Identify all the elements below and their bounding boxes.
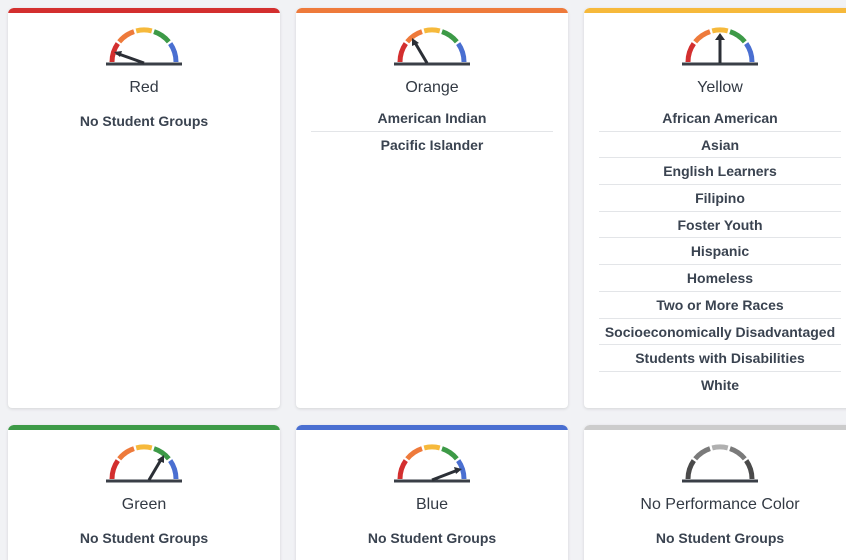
card-red-title: Red [129, 79, 159, 96]
list-item: Foster Youth [599, 212, 841, 239]
list-item: Asian [599, 132, 841, 159]
performance-color-grid: Red No Student Groups Orange American In… [0, 0, 846, 560]
gauge-yellow-icon [680, 26, 760, 66]
list-item: Hispanic [599, 238, 841, 266]
list-item: American Indian [311, 105, 553, 132]
gauge-orange-icon [392, 26, 472, 66]
card-no-performance-color-empty-text: No Student Groups [655, 530, 785, 546]
card-green-empty-text: No Student Groups [79, 530, 209, 546]
gauge-red-icon [104, 26, 184, 66]
card-red: Red No Student Groups [8, 8, 280, 408]
list-item: Socioeconomically Disadvantaged [599, 319, 841, 346]
list-item: Homeless [599, 265, 841, 292]
card-yellow-group-list: African American Asian English Learners … [599, 105, 841, 399]
card-yellow-title: Yellow [697, 79, 743, 96]
list-item: African American [599, 105, 841, 132]
card-green: Green No Student Groups [8, 425, 280, 560]
card-blue-topbar [296, 425, 568, 430]
card-green-title: Green [121, 496, 167, 513]
gauge-none-icon [680, 443, 760, 483]
card-no-performance-color-title: No Performance Color [640, 496, 800, 513]
list-item: White [700, 376, 740, 393]
list-item: Two or More Races [599, 292, 841, 319]
card-orange-title: Orange [405, 79, 459, 96]
list-item: English Learners [599, 158, 841, 186]
list-item: Filipino [599, 185, 841, 212]
card-no-performance-color: No Performance Color No Student Groups [584, 425, 846, 560]
card-green-topbar [8, 425, 280, 430]
card-blue-title: Blue [415, 496, 449, 513]
card-blue: Blue No Student Groups [296, 425, 568, 560]
card-yellow-topbar [584, 8, 846, 13]
card-red-empty-text: No Student Groups [79, 113, 209, 129]
card-orange: Orange American Indian Pacific Islander [296, 8, 568, 408]
gauge-green-icon [104, 443, 184, 483]
card-orange-topbar [296, 8, 568, 13]
card-orange-group-list: American Indian Pacific Islander [311, 105, 553, 158]
card-red-topbar [8, 8, 280, 13]
list-item: Students with Disabilities [599, 345, 841, 372]
list-item: Pacific Islander [380, 136, 484, 153]
card-no-performance-color-topbar [584, 425, 846, 430]
gauge-blue-icon [392, 443, 472, 483]
card-blue-empty-text: No Student Groups [367, 530, 497, 546]
card-yellow: Yellow African American Asian English Le… [584, 8, 846, 408]
